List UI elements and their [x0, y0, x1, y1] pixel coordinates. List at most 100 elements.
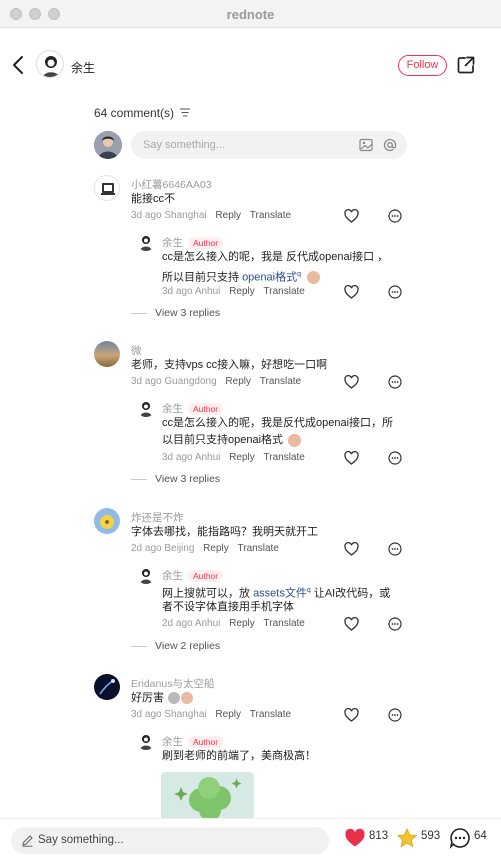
replier-name[interactable]: 余生 — [162, 403, 183, 415]
comment-icon[interactable] — [388, 542, 402, 556]
translate-button[interactable]: Translate — [264, 286, 305, 297]
heart-icon[interactable] — [344, 209, 359, 223]
replier-name[interactable]: 余生 — [162, 736, 183, 748]
translate-button[interactable]: Translate — [264, 618, 305, 629]
view-replies-link[interactable]: View 2 replies — [131, 640, 220, 652]
comment-count: 64 comment(s) — [94, 105, 175, 120]
heart-icon[interactable] — [344, 285, 359, 299]
follow-button[interactable]: Follow — [398, 55, 447, 76]
search-link[interactable]: assets文件 — [253, 588, 307, 600]
commenter-name[interactable]: 微 — [131, 343, 142, 358]
comment-input[interactable]: Say something... — [131, 131, 407, 159]
my-avatar — [94, 131, 122, 159]
translate-button[interactable]: Translate — [250, 709, 291, 720]
share-icon[interactable] — [456, 55, 476, 75]
heart-icon[interactable] — [344, 708, 359, 722]
comment-text: 能接cc不 — [131, 193, 175, 205]
translate-button[interactable]: Translate — [264, 452, 305, 463]
divider — [131, 645, 147, 647]
emoji-sticker-icon — [181, 692, 194, 705]
emoji-sticker-icon — [168, 692, 181, 705]
commenter-avatar[interactable] — [94, 341, 120, 367]
reply-text-line: 刷到老师的前端了，美商极高！ — [162, 750, 316, 762]
author-name[interactable]: 余生 — [71, 59, 95, 76]
comment-icon[interactable] — [449, 827, 471, 849]
replier-avatar[interactable] — [137, 399, 155, 417]
window-title: rednote — [226, 7, 275, 22]
comment-time-location: 2d ago Beijing — [131, 543, 195, 554]
replier-avatar[interactable] — [137, 566, 155, 584]
comment-meta: 3d ago Shanghai Reply Translate — [131, 210, 291, 221]
reply-time-location: 2d ago Anhui — [162, 618, 221, 629]
commenter-name[interactable]: 炸还是不炸 — [131, 510, 184, 525]
author-badge: Author — [188, 237, 224, 250]
reply-button[interactable]: Reply — [229, 452, 255, 463]
emoji-sticker-icon — [288, 433, 302, 447]
author-avatar[interactable] — [36, 50, 64, 78]
reply-button[interactable]: Reply — [203, 543, 229, 554]
author-badge: Author — [188, 403, 224, 416]
translate-button[interactable]: Translate — [250, 210, 291, 221]
bottom-comment-input[interactable]: Say something... — [11, 827, 329, 854]
replier-name-row: 余生 Author — [162, 568, 224, 583]
heart-icon[interactable] — [344, 617, 359, 631]
commenter-avatar[interactable] — [94, 508, 120, 534]
heart-icon[interactable] — [344, 451, 359, 465]
replier-name-row: 余生 Author — [162, 734, 224, 749]
comment-icon[interactable] — [388, 285, 402, 299]
heart-icon[interactable] — [344, 375, 359, 389]
reply-text-line: cc是怎么接入的呢，我是反代成openai接口，所 — [162, 417, 394, 429]
sort-icon[interactable] — [180, 108, 191, 117]
replier-name-row: 余生 Author — [162, 235, 224, 250]
reply-text-line: cc是怎么接入的呢，我是 反代成openai接口 ， — [162, 251, 389, 263]
post-header: 余生 Follow — [0, 28, 501, 104]
translate-button[interactable]: Translate — [238, 543, 279, 554]
comment-meta: 3d ago Guangdong Reply Translate — [131, 376, 301, 387]
reply-button[interactable]: Reply — [225, 376, 251, 387]
comment-time-location: 3d ago Shanghai — [131, 210, 207, 221]
reply-text: 以目前只支持openai格式 — [162, 434, 284, 446]
view-replies-link[interactable]: View 3 replies — [131, 473, 220, 485]
comment-count-bottom: 64 — [474, 830, 487, 842]
view-replies-link[interactable]: View 3 replies — [131, 307, 220, 319]
view-replies-label: View 2 replies — [155, 640, 221, 652]
reply-button[interactable]: Reply — [229, 618, 255, 629]
replier-avatar[interactable] — [137, 732, 155, 750]
replier-name[interactable]: 余生 — [162, 237, 183, 249]
heart-icon[interactable] — [344, 542, 359, 556]
comment-icon[interactable] — [388, 617, 402, 631]
reply-button[interactable]: Reply — [215, 210, 241, 221]
star-icon[interactable] — [396, 827, 418, 849]
reply-button[interactable]: Reply — [215, 709, 241, 720]
comment-icon[interactable] — [388, 451, 402, 465]
heart-icon[interactable] — [344, 827, 366, 849]
comment-icon[interactable] — [388, 209, 402, 223]
reply-text: 让AI改代码，或 — [310, 587, 391, 600]
reply-text: 所以目前只支持 — [162, 271, 243, 284]
pen-icon — [22, 835, 33, 847]
comment-icon[interactable] — [388, 708, 402, 722]
search-link[interactable]: openai格式 — [242, 272, 297, 284]
reply-meta: 3d ago Anhui Reply Translate — [162, 452, 305, 463]
reply-text-line: 者不设字体直接用手机字体 — [162, 601, 294, 613]
bottom-bar: Say something... 813 593 64 — [0, 818, 501, 859]
reply-time-location: 3d ago Anhui — [162, 286, 221, 297]
reply-button[interactable]: Reply — [229, 286, 255, 297]
commenter-name[interactable]: Eridanus与太空船 — [131, 676, 214, 691]
replier-avatar[interactable] — [137, 233, 155, 251]
at-icon[interactable] — [383, 138, 397, 152]
translate-button[interactable]: Translate — [260, 376, 301, 387]
comment-icon[interactable] — [388, 375, 402, 389]
reply-meta: 3d ago Anhui Reply Translate — [162, 286, 305, 297]
replier-name[interactable]: 余生 — [162, 570, 183, 582]
image-icon[interactable] — [359, 138, 373, 152]
comment-count-row[interactable]: 64 comment(s) — [94, 105, 191, 120]
back-icon[interactable] — [10, 54, 28, 76]
comment-time-location: 3d ago Shanghai — [131, 709, 207, 720]
author-badge: Author — [188, 736, 224, 749]
commenter-avatar[interactable] — [94, 175, 120, 201]
commenter-avatar[interactable] — [94, 674, 120, 700]
commenter-name[interactable]: 小红薯6646AA03 — [131, 177, 212, 192]
comment-meta: 3d ago Shanghai Reply Translate — [131, 709, 291, 720]
clover-sticker-image[interactable] — [161, 772, 254, 820]
